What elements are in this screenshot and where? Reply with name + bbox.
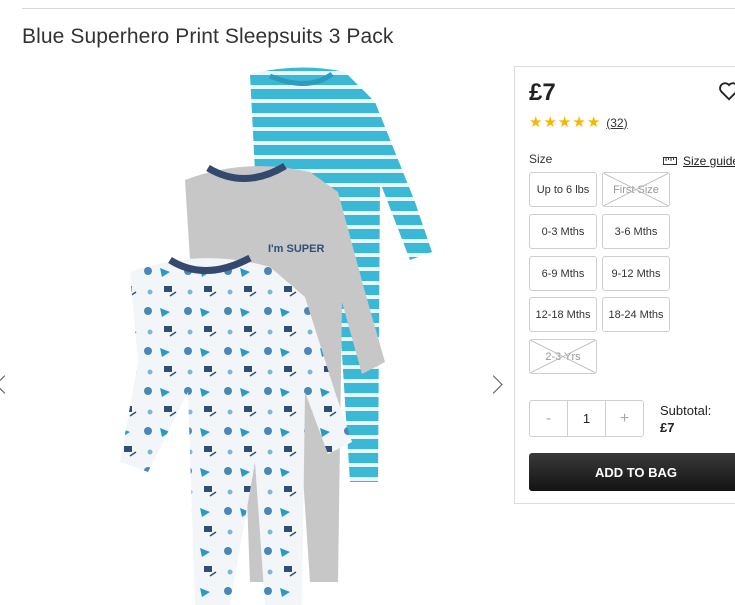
size-guide-link[interactable]: Size guide <box>663 154 735 168</box>
previous-image-arrow-icon[interactable] <box>0 375 14 394</box>
size-option-2-3-yrs[interactable]: 2-3 Yrs <box>529 339 597 374</box>
unavailable-cross-icon <box>530 340 596 373</box>
product-title: Blue Superhero Print Sleepsuits 3 Pack <box>22 25 394 48</box>
size-option-up-to-6-lbs[interactable]: Up to 6 lbs <box>529 172 597 207</box>
quantity-increase-button[interactable]: + <box>606 401 643 436</box>
star-icon: ★ <box>557 114 572 131</box>
size-guide-label: Size guide <box>683 154 735 168</box>
add-to-bag-button[interactable]: ADD TO BAG <box>529 453 735 491</box>
size-option-3-6-mths[interactable]: 3-6 Mths <box>602 214 670 249</box>
size-option-first-size[interactable]: First Size <box>602 172 670 207</box>
subtotal-value: £7 <box>660 420 675 435</box>
quantity-decrease-button[interactable]: - <box>530 401 567 436</box>
price: £7 <box>529 79 556 106</box>
product-gallery: I'm SUPER <box>0 62 510 605</box>
subtotal-label: Subtotal: <box>660 403 712 418</box>
size-option-6-9-mths[interactable]: 6-9 Mths <box>529 256 597 291</box>
quantity-stepper: - 1 + <box>529 400 644 437</box>
size-label: Size <box>529 152 553 166</box>
next-image-arrow-icon[interactable] <box>484 375 503 394</box>
star-icon: ★ <box>529 114 543 131</box>
ruler-icon <box>663 157 677 165</box>
purchase-panel: £7 ★ ★ ★ ★ ★ (32) Size Size guide Up to … <box>514 66 735 504</box>
svg-text:I'm SUPER: I'm SUPER <box>268 243 324 255</box>
quantity-value[interactable]: 1 <box>567 401 606 436</box>
product-image[interactable]: I'm SUPER <box>60 62 460 605</box>
star-icon: ★ <box>543 114 557 131</box>
size-option-18-24-mths[interactable]: 18-24 Mths <box>602 297 670 332</box>
star-icon: ★ <box>586 114 601 131</box>
top-divider <box>22 8 735 9</box>
size-option-0-3-mths[interactable]: 0-3 Mths <box>529 214 597 249</box>
size-option-12-18-mths[interactable]: 12-18 Mths <box>529 297 597 332</box>
unavailable-cross-icon <box>603 173 669 206</box>
rating: ★ ★ ★ ★ ★ (32) <box>529 115 628 130</box>
wishlist-heart-icon[interactable] <box>718 80 735 102</box>
star-icon: ★ <box>572 114 586 131</box>
review-count-link[interactable]: (32) <box>606 116 627 130</box>
size-option-9-12-mths[interactable]: 9-12 Mths <box>602 256 670 291</box>
